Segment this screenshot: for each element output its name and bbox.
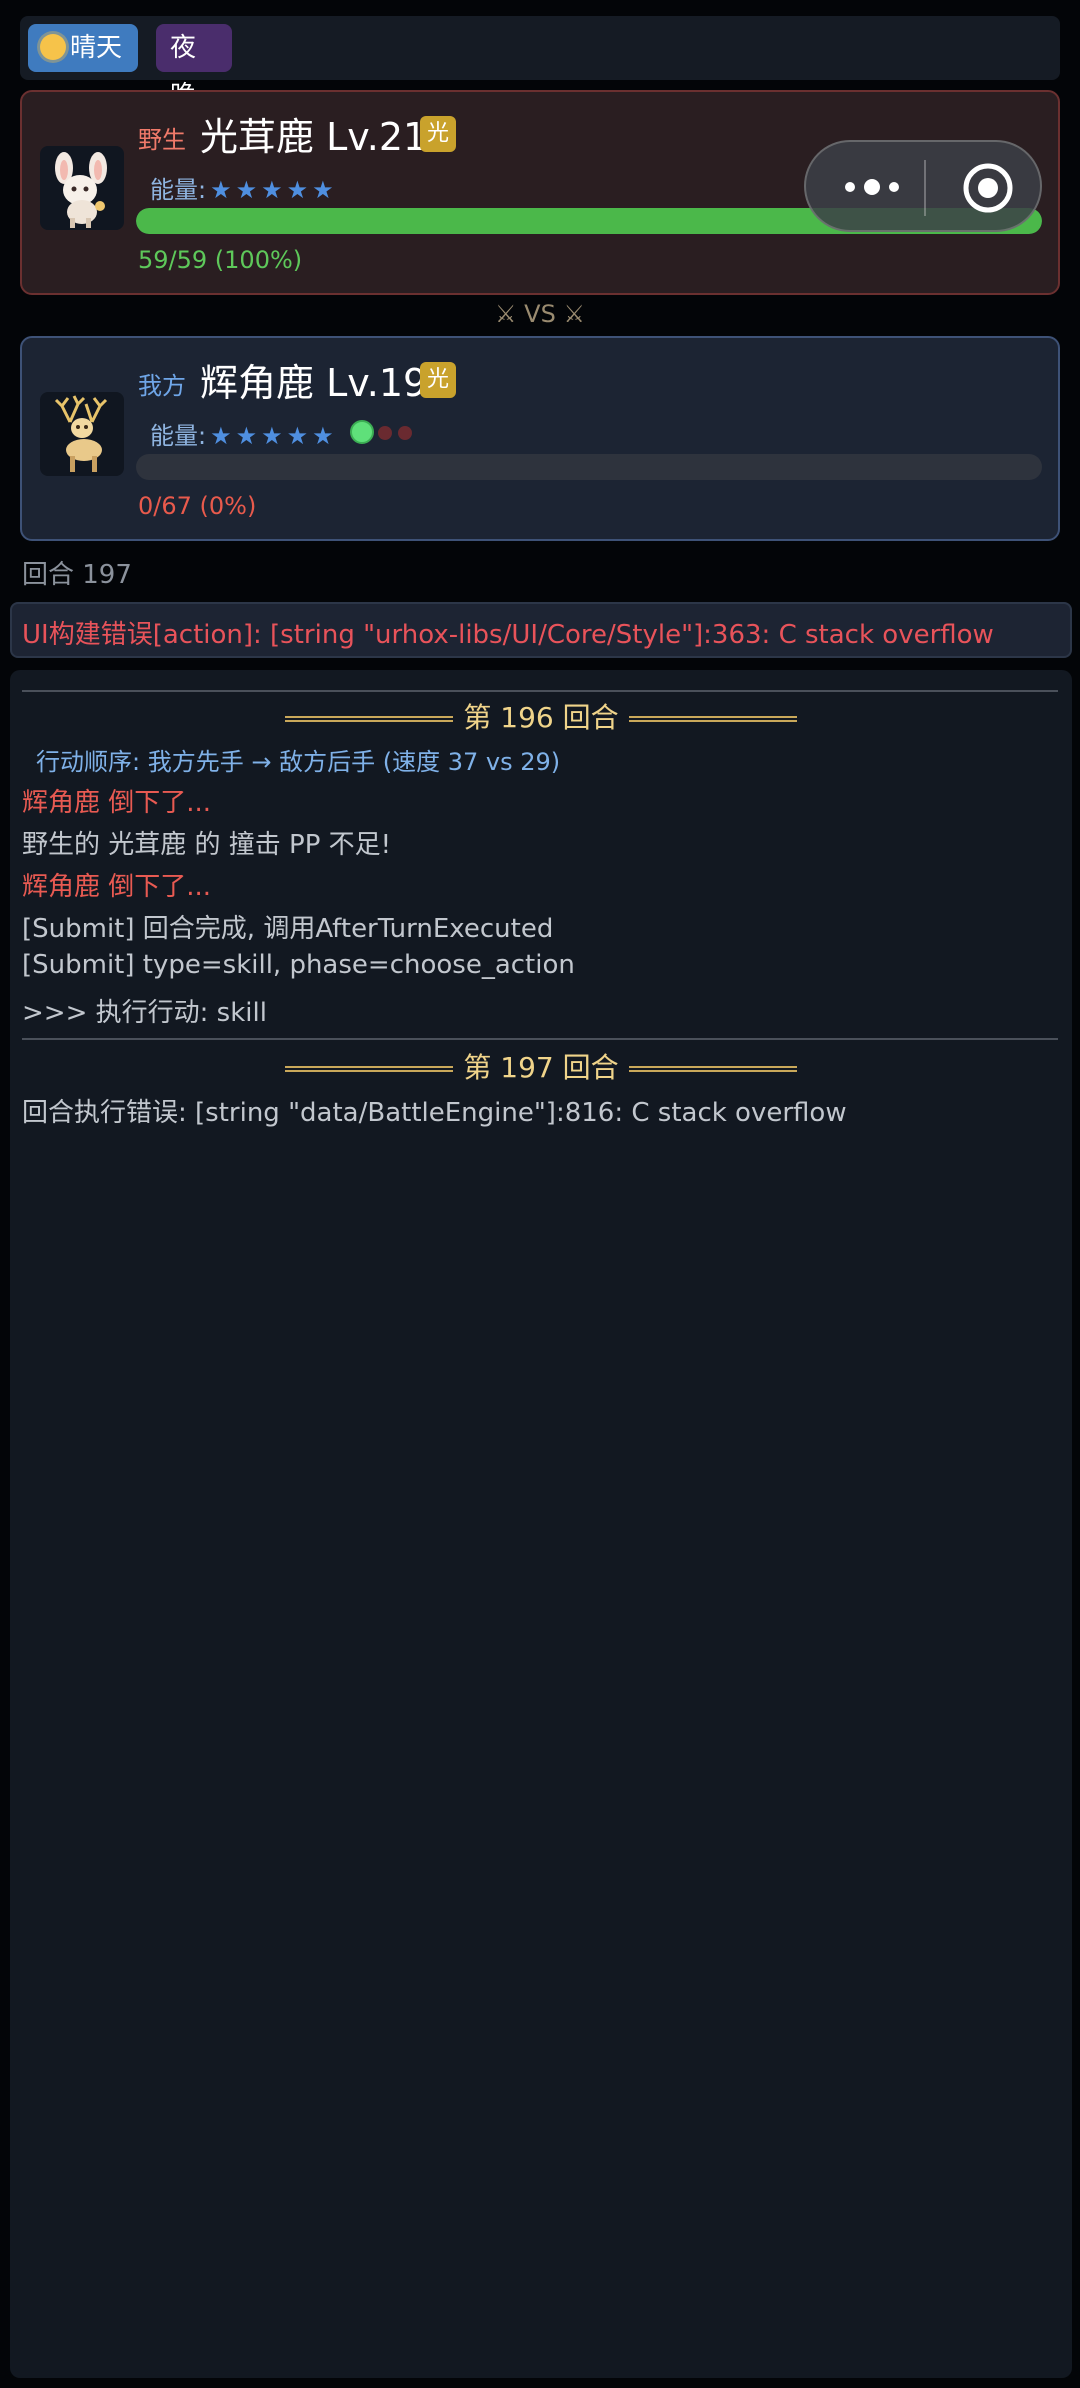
weather-bar: 晴天 夜晚 bbox=[20, 16, 1060, 111]
vs-divider: ⚔ VS ⚔ bbox=[495, 300, 585, 328]
log-faint: 辉角鹿 倒下了... bbox=[22, 788, 212, 818]
round-counter: 回合 197 bbox=[22, 560, 132, 590]
my-hp-bar bbox=[136, 454, 1042, 480]
weather-day-label: 晴天 bbox=[70, 33, 123, 63]
more-icon[interactable] bbox=[840, 172, 904, 202]
close-target-icon[interactable] bbox=[962, 162, 1014, 214]
energy-orb-empty bbox=[398, 426, 412, 440]
log-faint: 辉角鹿 倒下了... bbox=[22, 872, 212, 902]
my-monster-card: 我方 辉角鹿 Lv.19 光 能量: ★★★★★ 0/67 (0%) bbox=[20, 336, 1060, 541]
log-submit-complete: [Submit] 回合完成, 调用AfterTurnExecuted bbox=[22, 914, 554, 944]
ornament-line bbox=[285, 1066, 454, 1072]
capsule-divider bbox=[924, 160, 926, 216]
round-header-196-text: 第 196 回合 bbox=[463, 701, 619, 734]
log-divider bbox=[22, 1038, 1058, 1040]
my-energy: 能量: ★★★★★ bbox=[150, 416, 338, 451]
my-monster-avatar bbox=[40, 392, 124, 476]
my-side-label: 我方 bbox=[138, 372, 186, 400]
weather-night-chip[interactable]: 夜晚 bbox=[156, 24, 232, 111]
battle-log[interactable]: 第 196 回合 行动顺序: 我方先手 → 敌方后手 (速度 37 vs 29)… bbox=[10, 670, 1072, 2378]
wild-monster-avatar bbox=[40, 146, 124, 230]
log-round-error: 回合执行错误: [string "data/BattleEngine"]:816… bbox=[22, 1098, 847, 1128]
wild-side-label: 野生 bbox=[138, 126, 186, 154]
ornament-line bbox=[628, 1066, 797, 1072]
ui-error-banner: UI构建错误[action]: [string "urhox-libs/UI/C… bbox=[10, 602, 1072, 658]
my-hp-text: 0/67 (0%) bbox=[138, 492, 257, 520]
round-header-197-text: 第 197 回合 bbox=[463, 1051, 619, 1084]
my-monster-name: 辉角鹿 Lv.19 bbox=[200, 361, 428, 405]
log-exec-action: >>> 执行行动: skill bbox=[22, 998, 267, 1028]
round-header-196: 第 196 回合 bbox=[10, 696, 1072, 736]
log-action-order: 行动顺序: 我方先手 → 敌方后手 (速度 37 vs 29) bbox=[36, 748, 561, 776]
ui-error-text: UI构建错误[action]: [string "urhox-libs/UI/C… bbox=[22, 620, 994, 650]
log-submit-type: [Submit] type=skill, phase=choose_action bbox=[22, 950, 575, 980]
ornament-line bbox=[285, 716, 454, 722]
my-energy-stars: ★★★★★ bbox=[210, 422, 338, 450]
wild-hp-text: 59/59 (100%) bbox=[138, 246, 303, 274]
log-divider bbox=[22, 690, 1058, 692]
sun-icon bbox=[40, 34, 66, 60]
wild-monster-name: 光茸鹿 Lv.21 bbox=[200, 115, 428, 159]
my-energy-label: 能量: bbox=[150, 422, 207, 450]
weather-day-chip[interactable]: 晴天 bbox=[28, 24, 138, 72]
log-pp-insufficient: 野生的 光茸鹿 的 撞击 PP 不足! bbox=[22, 830, 392, 860]
wild-energy: 能量: ★★★★★ bbox=[150, 170, 338, 205]
wild-energy-stars: ★★★★★ bbox=[210, 176, 338, 204]
ornament-line bbox=[628, 716, 797, 722]
energy-orb-empty bbox=[378, 426, 392, 440]
my-type-badge: 光 bbox=[420, 362, 456, 398]
energy-orb-active bbox=[350, 420, 374, 444]
miniprogram-capsule bbox=[804, 140, 1042, 232]
round-header-197: 第 197 回合 bbox=[10, 1046, 1072, 1086]
wild-type-badge: 光 bbox=[420, 116, 456, 152]
wild-energy-label: 能量: bbox=[150, 176, 207, 204]
